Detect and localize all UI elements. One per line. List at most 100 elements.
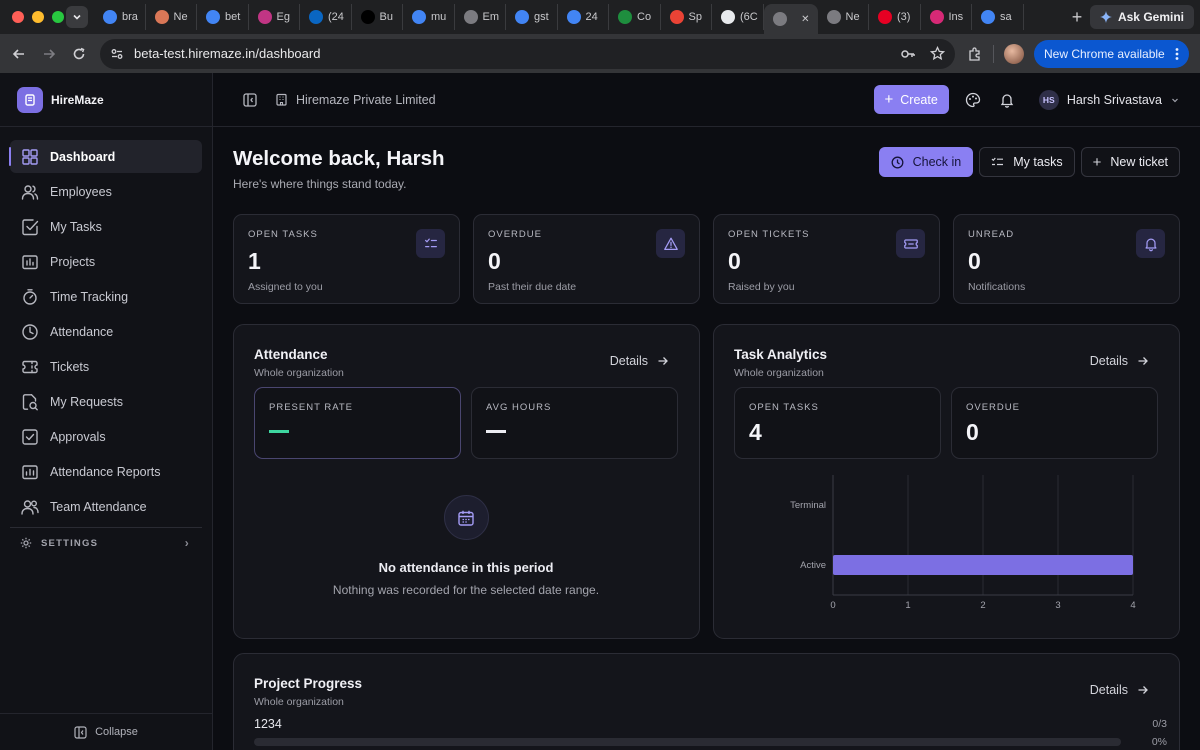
project-progress-title: Project Progress bbox=[254, 676, 363, 691]
reload-button[interactable] bbox=[64, 47, 94, 61]
notifications-button[interactable] bbox=[997, 90, 1017, 110]
hiremaze-app: HireMaze Dashboard Employees My Tasks Proje… bbox=[0, 73, 1200, 750]
ask-gemini-button[interactable]: Ask Gemini bbox=[1089, 5, 1194, 29]
project-progress-details-link[interactable]: Details bbox=[1090, 683, 1149, 697]
extensions-icon[interactable] bbox=[967, 46, 983, 62]
chart-x-tick-label: 1 bbox=[905, 600, 910, 611]
google-icon bbox=[206, 10, 220, 24]
browser-tab[interactable]: sa bbox=[972, 4, 1024, 30]
back-button[interactable] bbox=[4, 47, 34, 61]
stat-caption: Notifications bbox=[968, 281, 1026, 293]
check-in-button[interactable]: Check in bbox=[878, 147, 974, 177]
browser-tab[interactable]: Sp bbox=[661, 4, 712, 30]
task-analytics-details-link[interactable]: Details bbox=[1090, 354, 1149, 368]
my-tasks-button[interactable]: My tasks bbox=[979, 147, 1075, 177]
password-key-icon[interactable] bbox=[900, 46, 916, 62]
browser-tab[interactable]: Eg bbox=[249, 4, 300, 30]
site-settings-icon[interactable] bbox=[110, 47, 124, 61]
create-button[interactable]: + Create bbox=[873, 85, 949, 114]
browser-tab[interactable]: gst bbox=[506, 4, 558, 30]
brand[interactable]: HireMaze bbox=[0, 73, 212, 127]
arrow-right-icon bbox=[44, 48, 56, 59]
sidebar-item-dashboard[interactable]: Dashboard bbox=[9, 140, 202, 173]
sidebar-item-my-tasks[interactable]: My Tasks bbox=[10, 210, 202, 243]
sidebar-item-projects[interactable]: Projects bbox=[10, 245, 202, 278]
claude-icon bbox=[154, 10, 169, 24]
chart-category-label: Terminal bbox=[790, 500, 826, 511]
theme-button[interactable] bbox=[963, 90, 983, 110]
sidebar-item-label: Time Tracking bbox=[50, 289, 129, 304]
browser-tab[interactable]: (3) bbox=[869, 4, 921, 30]
sidebar-item-time-tracking[interactable]: Time Tracking bbox=[10, 280, 202, 313]
requests-icon bbox=[22, 393, 38, 410]
chart-category-label: Active bbox=[800, 560, 826, 571]
browser-tab[interactable]: (6C bbox=[712, 4, 764, 30]
browser-tab[interactable]: Bu bbox=[352, 4, 403, 30]
browser-tab[interactable]: Em bbox=[455, 4, 506, 30]
close-tab-icon[interactable]: ✕ bbox=[801, 14, 809, 25]
user-menu[interactable]: HS Harsh Srivastava bbox=[1038, 89, 1180, 110]
tab-title: (24 bbox=[328, 11, 344, 23]
projects-icon bbox=[22, 254, 38, 269]
toggle-sidebar-icon[interactable] bbox=[243, 92, 257, 107]
attendance-details-link[interactable]: Details bbox=[610, 354, 669, 368]
sidebar-item-label: Attendance Reports bbox=[50, 464, 161, 479]
minimize-window-button[interactable] bbox=[32, 11, 44, 23]
browser-tab[interactable]: Ne bbox=[146, 4, 197, 30]
browser-tab[interactable]: (24 bbox=[300, 4, 352, 30]
maximize-window-button[interactable] bbox=[52, 11, 64, 23]
plus-icon: + bbox=[884, 91, 894, 108]
chevron-down-icon bbox=[1172, 98, 1178, 102]
browser-tab[interactable]: 24 bbox=[558, 4, 609, 30]
new-ticket-button[interactable]: + New ticket bbox=[1080, 147, 1180, 177]
bell-icon bbox=[1000, 93, 1014, 108]
bookmark-star-icon[interactable] bbox=[930, 46, 945, 61]
sidebar-item-approvals[interactable]: Approvals bbox=[10, 420, 202, 453]
url-text[interactable]: beta-test.hiremaze.in/dashboard bbox=[134, 46, 890, 61]
welcome-section: Welcome back, Harsh Here's where things … bbox=[233, 147, 445, 191]
google-icon bbox=[412, 10, 426, 24]
chart-bar-active bbox=[833, 555, 1133, 575]
stat-card-open-tasks[interactable]: OPEN TASKS 1 Assigned to you bbox=[233, 214, 460, 304]
collapse-sidebar-button[interactable]: Collapse bbox=[0, 713, 212, 750]
details-label: Details bbox=[1089, 683, 1128, 697]
sidebar-item-tickets[interactable]: Tickets bbox=[10, 350, 202, 383]
details-label: Details bbox=[1089, 354, 1128, 368]
close-window-button[interactable] bbox=[12, 11, 24, 23]
sidebar-item-team-attendance[interactable]: Team Attendance bbox=[10, 490, 202, 523]
gemini-icon bbox=[1099, 11, 1112, 23]
new-chrome-available-button[interactable]: New Chrome available bbox=[1034, 39, 1189, 68]
pinterest-icon bbox=[878, 10, 892, 24]
profile-avatar[interactable] bbox=[1004, 43, 1024, 64]
stat-card-open-tickets[interactable]: OPEN TICKETS 0 Raised by you bbox=[713, 214, 940, 304]
dashboard-main: Welcome back, Harsh Here's where things … bbox=[233, 127, 1180, 750]
stat-card-overdue[interactable]: OVERDUE 0 Past their due date bbox=[473, 214, 700, 304]
sidebar-item-attendance-reports[interactable]: Attendance Reports bbox=[10, 455, 202, 488]
browser-tab[interactable]: Ne bbox=[818, 4, 869, 30]
sidebar-item-label: Tickets bbox=[50, 359, 90, 374]
tab-search-button[interactable] bbox=[66, 6, 88, 28]
plus-icon: + bbox=[1092, 153, 1102, 171]
browser-tab[interactable]: ✕ bbox=[763, 4, 818, 34]
browser-tabs: bra Ne bet Eg (24 Bu mu Em gst 24 Co Sp (6C ✕ Ne (3) Ins… bbox=[94, 0, 1064, 34]
sidebar-item-employees[interactable]: Employees bbox=[10, 175, 202, 208]
tab-title: Ne bbox=[173, 11, 188, 23]
browser-tab[interactable]: mu bbox=[403, 4, 455, 30]
address-bar[interactable]: beta-test.hiremaze.in/dashboard bbox=[100, 38, 955, 69]
forward-button[interactable] bbox=[34, 47, 64, 61]
new-tab-button[interactable]: + bbox=[1064, 7, 1090, 28]
sidebar-item-attendance[interactable]: Attendance bbox=[10, 315, 202, 348]
sidebar-item-my-requests[interactable]: My Requests bbox=[10, 385, 202, 418]
settings-section-toggle[interactable]: SETTINGS › bbox=[10, 528, 202, 558]
browser-tab[interactable]: Ins bbox=[921, 4, 972, 30]
gmail-icon bbox=[669, 10, 684, 24]
browser-tab[interactable]: bra bbox=[94, 4, 146, 30]
browser-tab[interactable]: Co bbox=[609, 4, 661, 30]
organization-switcher[interactable]: Hiremaze Private Limited bbox=[275, 93, 436, 107]
new-chrome-label: New Chrome available bbox=[1044, 46, 1165, 61]
project-name[interactable]: 1234 bbox=[254, 717, 282, 731]
browser-tab-bar: bra Ne bet Eg (24 Bu mu Em gst 24 Co Sp (6C ✕ Ne (3) Ins… bbox=[0, 0, 1200, 34]
present-rate-tile: PRESENT RATE bbox=[254, 387, 461, 459]
stat-card-unread[interactable]: UNREAD 0 Notifications bbox=[953, 214, 1180, 304]
browser-tab[interactable]: bet bbox=[197, 4, 249, 30]
